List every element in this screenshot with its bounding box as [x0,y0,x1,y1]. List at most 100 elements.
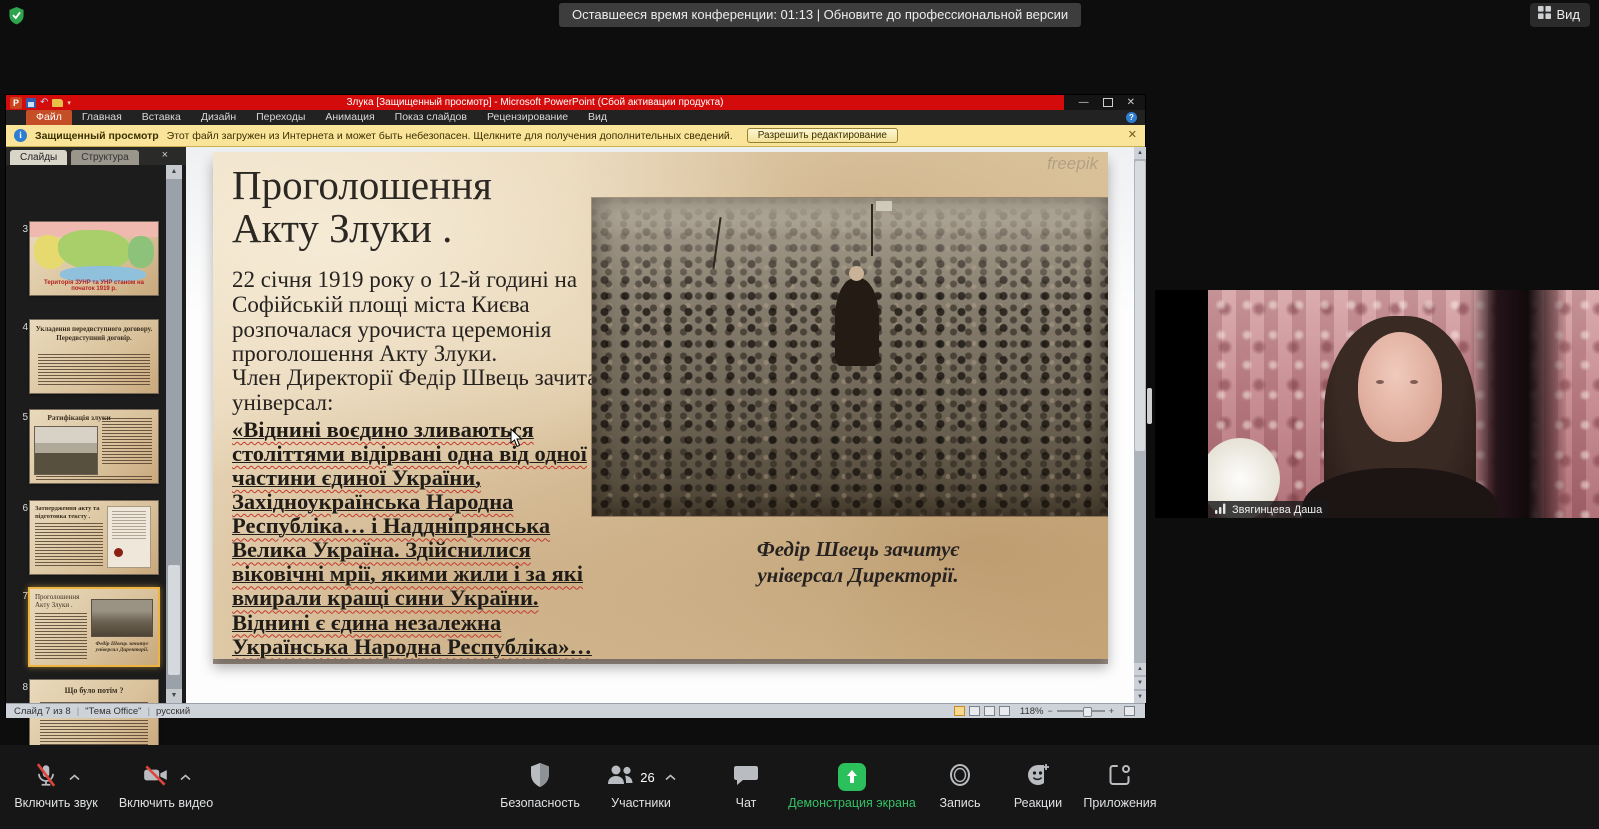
participants-button[interactable]: 26 Участники [593,762,689,810]
scroll-up-icon[interactable]: ▲ [166,165,182,179]
thumb-title: Проголошення [35,593,79,601]
ribbon-tab-review[interactable]: Рецензирование [477,110,578,125]
fit-to-window-icon[interactable] [1124,706,1135,716]
ribbon-tab-insert[interactable]: Вставка [132,110,191,125]
meeting-time-banner[interactable]: Оставшееся время конференции: 01:13 | Об… [559,3,1081,27]
language-indicator[interactable]: русский [156,706,190,717]
reactions-button[interactable]: Реакции [1008,762,1068,810]
scrollbar-thumb[interactable] [168,565,180,675]
muted-camera-icon [142,762,170,793]
reactions-label: Реакции [1014,796,1062,810]
slide-thumbnail-6[interactable]: Затвердження акту та підготовка тексту . [30,501,158,574]
restore-button[interactable] [1103,98,1113,107]
thumb-title: Затвердження акту та підготовка тексту . [35,505,105,521]
previous-slide-icon[interactable]: ▲ [1134,663,1146,675]
audio-signal-icon [1215,503,1227,517]
thumb-caption: Федір Швець зачитує універсал Директорії… [94,641,150,653]
thumb-text-lines [38,354,150,387]
tab-slides[interactable]: Слайды [10,150,67,165]
slide-thumbnail-3[interactable]: Територія ЗУНР та УНР станом на початок … [30,222,158,295]
panel-close-icon[interactable]: × [162,149,168,161]
ribbon-tab-file[interactable]: Файл [26,110,72,125]
ribbon-tab-home[interactable]: Главная [72,110,132,125]
chat-label: Чат [736,796,757,810]
start-video-button[interactable]: Включить видео [112,762,220,810]
ribbon-tab-view[interactable]: Вид [578,110,617,125]
minimize-button[interactable]: — [1079,95,1089,110]
scroll-down-icon[interactable]: ▼ [166,689,182,703]
share-screen-button[interactable]: Демонстрация экрана [782,762,922,810]
reading-view-icon[interactable] [984,706,995,716]
scroll-up-icon[interactable]: ▲ [1134,147,1146,159]
view-button[interactable]: Вид [1530,3,1590,27]
panel-scrollbar[interactable]: ▲ ▼ [166,165,182,703]
participants-chevron[interactable] [665,768,676,786]
chat-button[interactable]: Чат [716,762,776,810]
close-button[interactable]: ✕ [1127,95,1135,110]
thumb-number: 4 [14,322,28,333]
slide-thumbnail-4[interactable]: Укладення передвступного договору. Перед… [30,320,158,393]
participants-count-badge: 26 [640,770,654,785]
thumb-text-lines [35,523,103,567]
security-shield-icon [8,6,25,30]
thumb-text-lines [102,418,152,466]
sorter-view-icon[interactable] [969,706,980,716]
slide-indicator: Слайд 7 из 8 [14,706,71,717]
ribbon-tab-design[interactable]: Дизайн [191,110,246,125]
audio-options-chevron[interactable] [69,768,80,786]
unmute-button[interactable]: Включить звук [6,762,106,810]
eye [1376,380,1384,384]
powerpoint-titlebar[interactable]: P ↶ ▾ Злука [Защищенный просмотр] - Micr… [6,95,1145,110]
normal-view-icon[interactable] [954,706,965,716]
thumb-number: 8 [14,682,28,693]
scroll-down-icon[interactable]: ▼ [1134,691,1146,703]
enable-editing-button[interactable]: Разрешить редактирование [747,128,898,143]
participant-name: Звягинцева Даша [1232,504,1322,516]
security-button[interactable]: Безопасность [495,762,585,810]
next-slide-icon[interactable]: ▼ [1134,677,1146,689]
zoom-in-icon[interactable]: + [1109,707,1114,716]
wax-seal [114,548,123,557]
participant-video-panel[interactable] [1155,290,1599,518]
video-options-chevron[interactable] [180,768,191,786]
ribbon-tab-transitions[interactable]: Переходы [246,110,315,125]
ribbon-tab-animations[interactable]: Анимация [315,110,384,125]
record-button[interactable]: Запись [930,762,990,810]
titlebar-red-stripe: P ↶ ▾ Злука [Защищенный просмотр] - Micr… [6,95,1064,110]
slide-thumbnail-7-selected[interactable]: Проголошення Акту Злуки . Федір Швець за… [30,589,158,665]
banner-close-icon[interactable]: ✕ [1128,128,1137,141]
main-scrollbar[interactable]: ▲ ▲ ▼ ▼ [1134,147,1146,703]
apps-button[interactable]: Приложения [1080,762,1160,810]
grid-view-icon [1538,3,1551,27]
historical-crowd-photo [592,198,1108,516]
start-video-label: Включить видео [119,796,213,810]
flag [876,201,892,211]
thumb-text-lines [35,613,87,659]
zoom-slider-knob[interactable] [1083,707,1092,717]
help-icon[interactable]: ? [1126,112,1137,123]
zoom-slider[interactable] [1057,710,1105,712]
zoom-meeting-window: Оставшееся время конференции: 01:13 | Об… [0,0,1599,829]
thumb-document [108,507,150,567]
status-bar: Слайд 7 из 8 | "Тема Office" | русский 1… [6,703,1145,718]
thumb-photo [92,600,152,636]
ribbon-tab-slideshow[interactable]: Показ слайдов [385,110,477,125]
slide-paragraph-1: 22 січня 1919 року о 12-й годині на Софі… [232,268,610,367]
thumb-title: Укладення передвступного договору. [34,325,154,334]
tab-outline[interactable]: Структура [71,150,138,165]
slideshow-view-icon[interactable] [999,706,1010,716]
protected-view-message: Этот файл загружен из Интернета и может … [167,130,733,142]
video-panel-handle[interactable] [1147,388,1152,424]
zoom-level: 118% [1020,706,1044,717]
photo-caption: Федір Швець зачитує універсал Директорії… [713,536,1003,589]
apps-label: Приложения [1083,796,1156,810]
security-label: Безопасность [500,796,580,810]
scrollbar-thumb[interactable] [1135,161,1145,451]
current-slide: Проголошення Акту Злуки . 22 січня 1919 … [213,152,1108,659]
record-icon [947,762,973,793]
mouse-cursor [510,428,524,453]
panel-tab-bar: Слайды Структура × [6,147,186,165]
muted-mic-icon [33,762,59,793]
slide-thumbnail-5[interactable]: Ратифікація злуки [30,410,158,483]
zoom-out-icon[interactable]: − [1047,707,1052,716]
